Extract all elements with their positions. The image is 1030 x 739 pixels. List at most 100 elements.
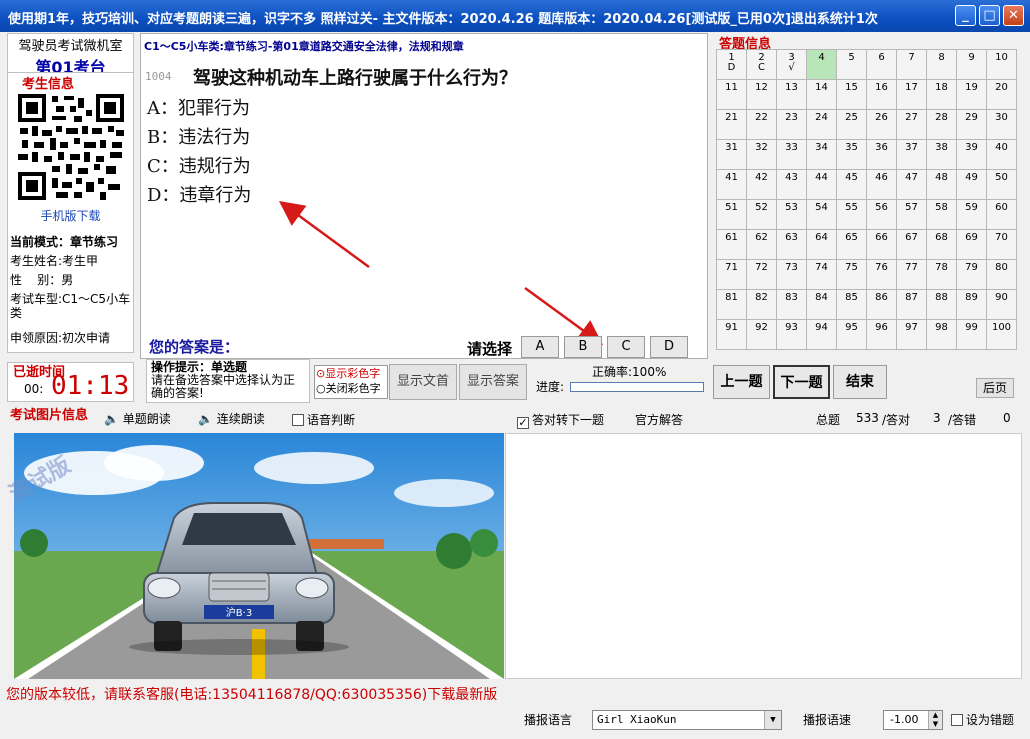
answer-cell[interactable]: 81 xyxy=(717,290,747,320)
next-question-button[interactable]: 下一题 xyxy=(773,365,830,399)
answer-cell[interactable]: 45 xyxy=(837,170,867,200)
answer-cell[interactable]: 57 xyxy=(897,200,927,230)
answer-cell[interactable]: 90 xyxy=(987,290,1017,320)
answer-cell[interactable]: 7 xyxy=(897,50,927,80)
answer-cell[interactable]: 69 xyxy=(957,230,987,260)
choice-b-button[interactable]: B xyxy=(564,336,602,358)
color-on-radio[interactable]: ⊙显示彩色字 xyxy=(316,366,387,381)
answer-cell[interactable]: 99 xyxy=(957,320,987,350)
answer-cell[interactable]: 8 xyxy=(927,50,957,80)
prev-question-button[interactable]: 上一题 xyxy=(713,365,770,399)
spinner-arrows-icon[interactable]: ▲ ▼ xyxy=(928,711,942,729)
answer-cell[interactable]: 58 xyxy=(927,200,957,230)
answer-cell[interactable]: 54 xyxy=(807,200,837,230)
answer-cell[interactable]: 98 xyxy=(927,320,957,350)
answer-cell[interactable]: 44 xyxy=(807,170,837,200)
answer-cell[interactable]: 42 xyxy=(747,170,777,200)
answer-cell[interactable]: 68 xyxy=(927,230,957,260)
answer-cell[interactable]: 40 xyxy=(987,140,1017,170)
answer-cell[interactable]: 88 xyxy=(927,290,957,320)
answer-cell[interactable]: 23 xyxy=(777,110,807,140)
answer-cell[interactable]: 21 xyxy=(717,110,747,140)
answer-cell[interactable]: 12 xyxy=(747,80,777,110)
answer-cell[interactable]: 31 xyxy=(717,140,747,170)
read-single[interactable]: 🔈 单题朗读 xyxy=(104,410,171,427)
answer-cell[interactable]: 85 xyxy=(837,290,867,320)
answer-cell[interactable]: 24 xyxy=(807,110,837,140)
choice-d-button[interactable]: D xyxy=(650,336,688,358)
answer-cell[interactable]: 96 xyxy=(867,320,897,350)
answer-cell[interactable]: 17 xyxy=(897,80,927,110)
answer-cell[interactable]: 34 xyxy=(807,140,837,170)
answer-cell[interactable]: 77 xyxy=(897,260,927,290)
answer-cell[interactable]: 59 xyxy=(957,200,987,230)
answer-cell[interactable]: 97 xyxy=(897,320,927,350)
answer-cell[interactable]: 41 xyxy=(717,170,747,200)
answer-cell[interactable]: 4 xyxy=(807,50,837,80)
answer-cell[interactable]: 62 xyxy=(747,230,777,260)
answer-cell[interactable]: 87 xyxy=(897,290,927,320)
answer-cell[interactable]: 73 xyxy=(777,260,807,290)
answer-cell[interactable]: 51 xyxy=(717,200,747,230)
chevron-down-icon[interactable]: ▼ xyxy=(764,711,781,729)
answer-cell[interactable]: 9 xyxy=(957,50,987,80)
answer-cell[interactable]: 64 xyxy=(807,230,837,260)
answer-cell[interactable]: 65 xyxy=(837,230,867,260)
end-button[interactable]: 结束 xyxy=(833,365,887,399)
answer-cell[interactable]: 76 xyxy=(867,260,897,290)
answer-cell[interactable]: 61 xyxy=(717,230,747,260)
answer-cell[interactable]: 92 xyxy=(747,320,777,350)
color-off-radio[interactable]: ○关闭彩色字 xyxy=(316,381,387,396)
answer-cell[interactable]: 78 xyxy=(927,260,957,290)
set-wrong-checkbox[interactable]: 设为错题 xyxy=(951,711,1014,728)
maximize-button[interactable]: □ xyxy=(979,5,1000,26)
answer-cell[interactable]: 91 xyxy=(717,320,747,350)
answer-cell[interactable]: 74 xyxy=(807,260,837,290)
answer-cell[interactable]: 72 xyxy=(747,260,777,290)
answer-cell[interactable]: 32 xyxy=(747,140,777,170)
show-answer-button[interactable]: 显示答案 xyxy=(459,364,527,400)
auto-next-checkbox[interactable]: ✓ 答对转下一题 xyxy=(517,411,604,429)
answer-cell[interactable]: 36 xyxy=(867,140,897,170)
answer-cell[interactable]: 1D xyxy=(717,50,747,80)
answer-cell[interactable]: 100 xyxy=(987,320,1017,350)
answer-cell[interactable]: 30 xyxy=(987,110,1017,140)
answer-cell[interactable]: 79 xyxy=(957,260,987,290)
answer-cell[interactable]: 94 xyxy=(807,320,837,350)
answer-cell[interactable]: 38 xyxy=(927,140,957,170)
answer-cell[interactable]: 56 xyxy=(867,200,897,230)
answer-cell[interactable]: 15 xyxy=(837,80,867,110)
close-button[interactable]: ✕ xyxy=(1003,5,1024,26)
answer-cell[interactable]: 10 xyxy=(987,50,1017,80)
answer-cell[interactable]: 16 xyxy=(867,80,897,110)
answer-cell[interactable]: 86 xyxy=(867,290,897,320)
read-continuous[interactable]: 🔈 连续朗读 xyxy=(198,410,265,427)
answer-cell[interactable]: 47 xyxy=(897,170,927,200)
answer-cell[interactable]: 89 xyxy=(957,290,987,320)
show-text-button[interactable]: 显示文首 xyxy=(389,364,457,400)
answer-cell[interactable]: 2C xyxy=(747,50,777,80)
voice-language-select[interactable]: Girl XiaoKun ▼ xyxy=(592,710,782,730)
answer-cell[interactable]: 14 xyxy=(807,80,837,110)
answer-cell[interactable]: 33 xyxy=(777,140,807,170)
answer-cell[interactable]: 53 xyxy=(777,200,807,230)
answer-cell[interactable]: 93 xyxy=(777,320,807,350)
answer-cell[interactable]: 25 xyxy=(837,110,867,140)
answer-cell[interactable]: 82 xyxy=(747,290,777,320)
answer-cell[interactable]: 71 xyxy=(717,260,747,290)
answer-cell[interactable]: 43 xyxy=(777,170,807,200)
official-answer-link[interactable]: 官方解答 xyxy=(635,411,683,428)
answer-cell[interactable]: 29 xyxy=(957,110,987,140)
answer-cell[interactable]: 66 xyxy=(867,230,897,260)
answer-cell[interactable]: 11 xyxy=(717,80,747,110)
answer-cell[interactable]: 83 xyxy=(777,290,807,320)
answer-cell[interactable]: 37 xyxy=(897,140,927,170)
answer-cell[interactable]: 67 xyxy=(897,230,927,260)
answer-cell[interactable]: 80 xyxy=(987,260,1017,290)
answer-cell[interactable]: 60 xyxy=(987,200,1017,230)
answer-cell[interactable]: 22 xyxy=(747,110,777,140)
back-page-button[interactable]: 后页 xyxy=(976,378,1014,398)
answer-cell[interactable]: 5 xyxy=(837,50,867,80)
minimize-button[interactable]: _ xyxy=(955,5,976,26)
answer-cell[interactable]: 19 xyxy=(957,80,987,110)
